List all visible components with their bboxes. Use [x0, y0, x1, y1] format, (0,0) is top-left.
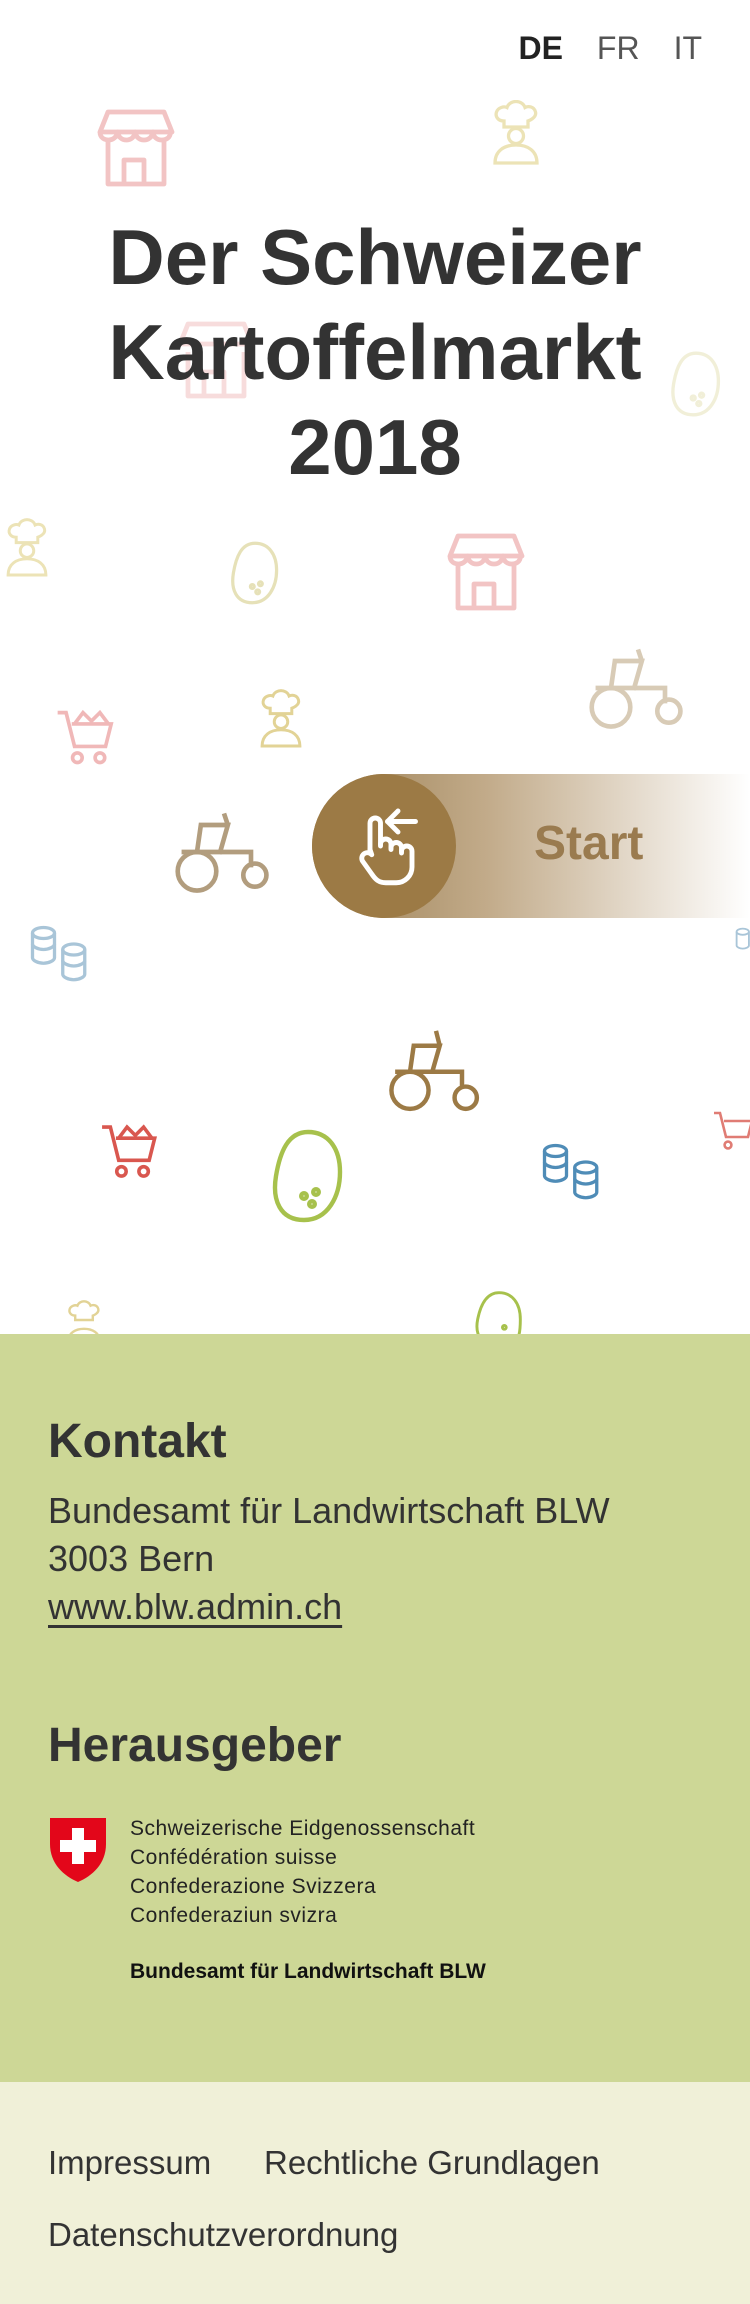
coins-icon [542, 1143, 599, 1200]
footer-link-impressum[interactable]: Impressum [48, 2144, 211, 2182]
confederation-name-fr: Confédération suisse [130, 1846, 338, 1869]
language-switcher: DE FR IT [518, 30, 702, 67]
page-title: Der Schweizer Kartoffelmarkt 2018 [0, 210, 750, 495]
start-label: Start [534, 817, 644, 870]
tractor-icon [175, 812, 269, 893]
publisher-heading: Herausgeber [48, 1719, 342, 1772]
lang-de[interactable]: DE [518, 30, 562, 67]
shop-icon [97, 109, 175, 187]
chef-icon [6, 518, 48, 577]
chef-icon [260, 689, 302, 748]
potato-icon [475, 1291, 522, 1338]
title-line-1: Der Schweizer [108, 213, 642, 301]
cart-icon [102, 1124, 157, 1178]
potato-icon [272, 1129, 343, 1223]
contact-section: Kontakt Bundesamt für Landwirtschaft BLW… [0, 1334, 750, 2082]
coins-icon [735, 927, 750, 950]
start-circle [312, 774, 456, 918]
tractor-icon [389, 1030, 480, 1112]
coins-icon [30, 925, 87, 982]
contact-office: Bundesamt für Landwirtschaft BLW [48, 1490, 610, 1531]
shop-icon [447, 533, 525, 611]
footer-link-privacy[interactable]: Datenschutzverordnung [48, 2216, 398, 2254]
footer-link-legal-basis[interactable]: Rechtliche Grundlagen [264, 2144, 600, 2182]
cart-icon [57, 709, 114, 765]
publisher-office: Bundesamt für Landwirtschaft BLW [130, 1960, 486, 1983]
confederation-name-de: Schweizerische Eidgenossenschaft [130, 1817, 476, 1840]
contact-heading: Kontakt [48, 1415, 227, 1468]
lang-it[interactable]: IT [674, 30, 702, 67]
contact-website-link[interactable]: www.blw.admin.ch [48, 1586, 342, 1627]
cart-icon [714, 1111, 750, 1150]
start-button[interactable]: Start [312, 774, 750, 918]
footer: Impressum Rechtliche Grundlagen Datensch… [0, 2082, 750, 2304]
swiss-shield-icon [50, 1818, 106, 1882]
confederation-names: Schweizerische Eidgenossenschaft Confédé… [130, 1814, 475, 1930]
confederation-name-it: Confederazione Svizzera [130, 1875, 377, 1898]
chef-icon [493, 100, 539, 165]
title-line-3: 2018 [288, 403, 462, 491]
contact-city: 3003 Bern [48, 1538, 215, 1579]
swipe-left-hand-icon [359, 808, 418, 886]
title-line-2: Kartoffelmarkt [108, 308, 642, 396]
confederation-name-rm: Confederaziun svizra [130, 1904, 338, 1927]
tractor-icon [589, 648, 683, 729]
potato-icon [231, 541, 279, 605]
lang-fr[interactable]: FR [597, 30, 640, 67]
